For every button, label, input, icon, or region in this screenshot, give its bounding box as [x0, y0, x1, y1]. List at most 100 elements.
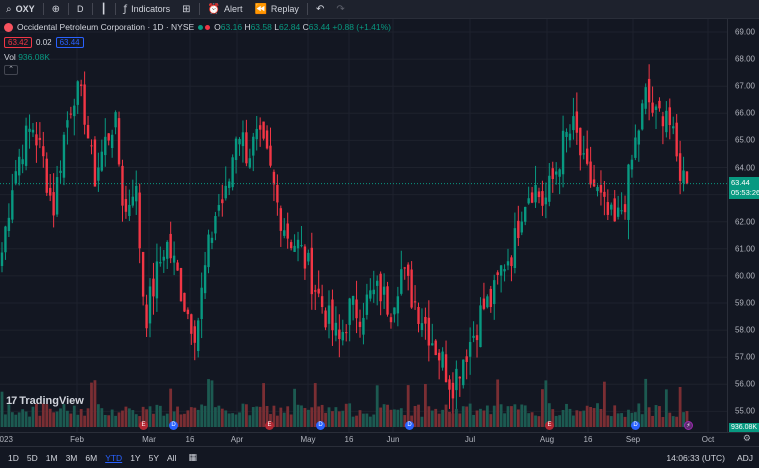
- candle-body: [582, 153, 585, 155]
- volume-bar: [52, 412, 56, 427]
- price-tick-label: 68.00: [734, 54, 755, 64]
- range-3m[interactable]: 3M: [62, 453, 82, 463]
- range-all[interactable]: All: [163, 453, 180, 463]
- candle-body: [135, 185, 138, 202]
- volume-bar: [520, 404, 524, 427]
- candle-body: [406, 264, 410, 276]
- volume-bar: [561, 410, 565, 427]
- redo-button[interactable]: ↷: [330, 0, 350, 19]
- templates-button[interactable]: ⊞: [176, 0, 196, 19]
- open-value: 63.16: [220, 22, 243, 32]
- candle-body: [472, 335, 475, 338]
- top-toolbar: ⌕ OXY ⊕ D ┃ ƒ Indicators ⊞ ⏰ Alert ⏪ Rep…: [0, 0, 759, 19]
- price-axis[interactable]: 936.08K 69.0068.0067.0066.0065.0064.0063…: [727, 19, 759, 433]
- volume-bar: [117, 412, 121, 427]
- volume-bar: [651, 415, 654, 427]
- undo-button[interactable]: ↶: [310, 0, 330, 19]
- candle-body: [110, 134, 114, 149]
- volume-bar: [472, 414, 475, 427]
- volume-bar: [444, 404, 448, 427]
- candle-body: [0, 252, 4, 266]
- volume-bar: [313, 383, 317, 427]
- adjustment-toggle[interactable]: ADJ: [737, 453, 753, 463]
- candle-body: [183, 292, 186, 312]
- high-value: 63.58: [250, 22, 272, 32]
- candle-body: [262, 121, 265, 139]
- range-1m[interactable]: 1M: [42, 453, 62, 463]
- price-chart[interactable]: [0, 19, 727, 432]
- candle-body: [258, 125, 262, 130]
- candle-body: [579, 127, 582, 156]
- candle-body: [314, 290, 317, 292]
- range-ytd[interactable]: YTD: [101, 453, 126, 463]
- ask-price[interactable]: 63.44: [55, 37, 84, 48]
- dividend-event-icon[interactable]: D: [169, 421, 178, 430]
- volume-bar: [503, 413, 506, 427]
- candle-body: [200, 287, 203, 320]
- price-tick-label: 67.00: [734, 81, 755, 91]
- candle-body: [379, 273, 382, 302]
- volume-bar: [351, 416, 355, 427]
- interval-label: D: [77, 4, 84, 14]
- utc-clock[interactable]: 14:06:33 (UTC): [666, 453, 725, 463]
- volume-bar: [678, 386, 682, 427]
- price-tick-label: 64.00: [734, 163, 755, 172]
- volume-bar: [258, 406, 262, 427]
- volume-bar: [654, 405, 658, 427]
- candle-body: [599, 184, 603, 193]
- bid-ask: 63.42 0.02 63.44: [4, 37, 84, 48]
- candle-body: [73, 105, 76, 117]
- symbol-search[interactable]: ⌕ OXY: [0, 0, 41, 19]
- upcoming-event-icon[interactable]: ⚡: [684, 421, 693, 430]
- earnings-event-icon[interactable]: E: [545, 421, 554, 430]
- candle-body: [389, 317, 393, 323]
- time-tick-label: 16: [185, 435, 195, 444]
- candle-body: [52, 192, 55, 216]
- calendar-icon[interactable]: ▦: [188, 453, 197, 463]
- chart-pane[interactable]: Occidental Petroleum Corporation · 1D · …: [0, 19, 727, 432]
- volume-bar: [327, 407, 331, 427]
- candle-body: [283, 230, 286, 236]
- chart-type-button[interactable]: ┃: [95, 0, 113, 19]
- volume-bar: [337, 411, 341, 427]
- price-tick-label: 55.00: [734, 406, 755, 416]
- volume-bar: [430, 410, 434, 427]
- candle-body: [148, 286, 152, 324]
- volume-bar: [537, 416, 541, 427]
- gear-icon[interactable]: ⚙: [743, 434, 751, 444]
- bid-price[interactable]: 63.42: [4, 37, 33, 48]
- dividend-event-icon[interactable]: D: [631, 421, 640, 430]
- price-tick-label: 62.00: [734, 217, 755, 227]
- range-6m[interactable]: 6M: [81, 453, 101, 463]
- indicators-icon: ƒ: [123, 3, 128, 15]
- interval-button[interactable]: D: [71, 0, 90, 19]
- time-axis[interactable]: ⚙ 2023 Feb Mar 16 Apr May 16 Jun Jul Aug 16 Sep Oct: [0, 432, 759, 446]
- candle-body: [217, 205, 221, 211]
- volume-bar: [606, 415, 610, 427]
- dividend-event-icon[interactable]: D: [316, 421, 325, 430]
- candle-body: [355, 299, 358, 319]
- replay-button[interactable]: ⏪ Replay: [248, 0, 304, 19]
- candle-body: [166, 241, 169, 259]
- volume-bar: [558, 415, 562, 427]
- volume-bar: [331, 411, 334, 427]
- candle-body: [303, 246, 307, 269]
- compare-button[interactable]: ⊕: [46, 0, 66, 19]
- candle-body: [475, 335, 479, 341]
- volume-bar: [664, 389, 668, 427]
- alert-button[interactable]: ⏰ Alert: [202, 0, 249, 19]
- earnings-event-icon[interactable]: E: [265, 421, 274, 430]
- candle-body: [7, 217, 11, 231]
- collapse-legend-button[interactable]: ⌃: [4, 65, 18, 75]
- range-1d[interactable]: 1D: [4, 453, 23, 463]
- range-1y[interactable]: 1Y: [126, 453, 144, 463]
- volume-bar: [616, 413, 620, 427]
- range-5d[interactable]: 5D: [23, 453, 42, 463]
- candle-body: [620, 210, 623, 212]
- dividend-event-icon[interactable]: D: [405, 421, 414, 430]
- range-5y[interactable]: 5Y: [145, 453, 163, 463]
- volume-bar: [289, 414, 293, 427]
- volume-bar: [344, 403, 348, 427]
- earnings-event-icon[interactable]: E: [139, 421, 148, 430]
- indicators-button[interactable]: ƒ Indicators: [118, 0, 177, 19]
